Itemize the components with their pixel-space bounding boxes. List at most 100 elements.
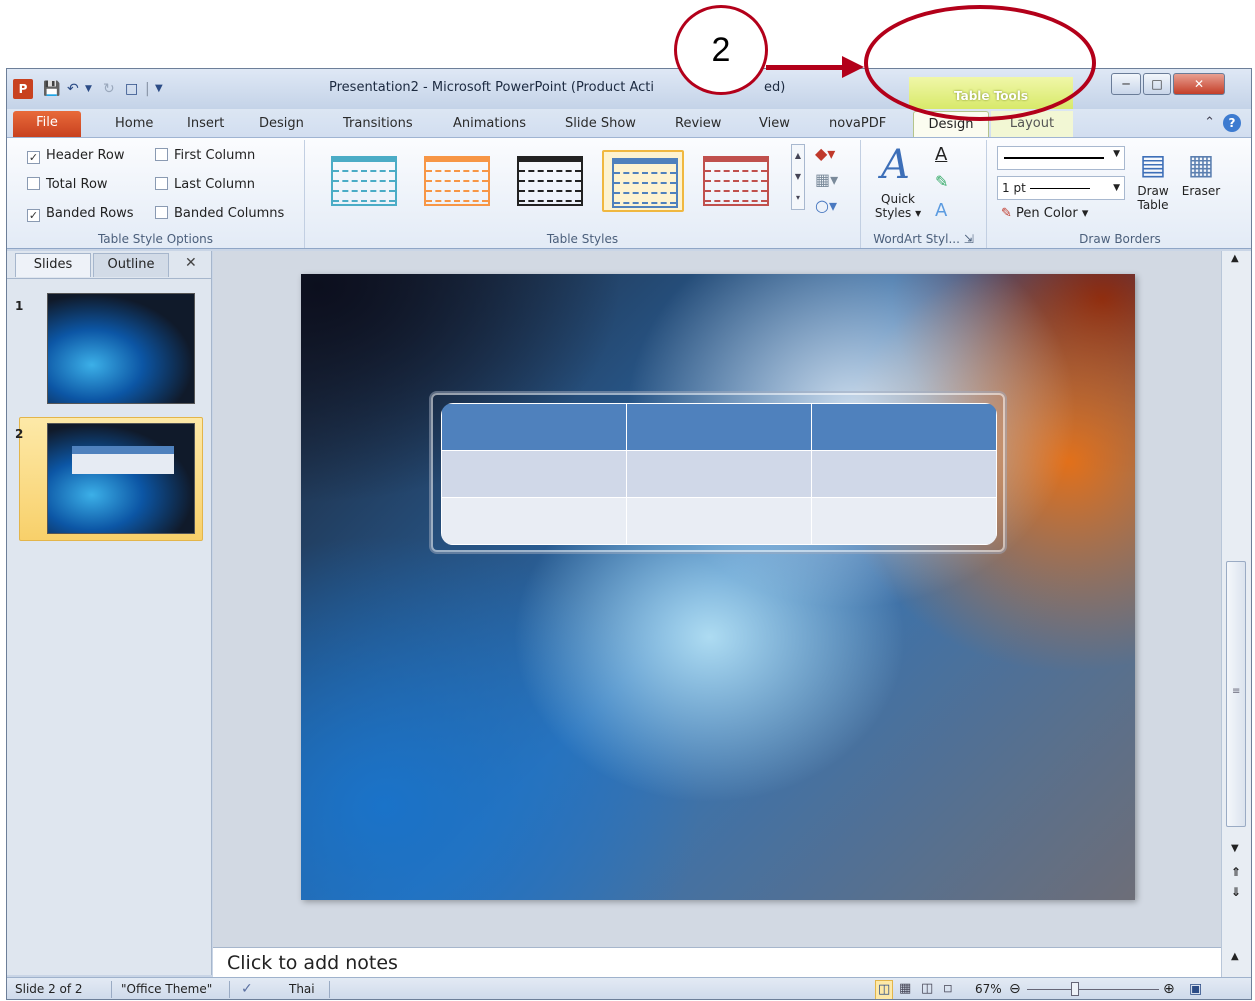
notes-scroll-up-icon[interactable]: ▲	[1231, 951, 1239, 962]
language[interactable]: Thai	[289, 978, 315, 999]
first-column-label: First Column	[174, 148, 256, 163]
last-column-label: Last Column	[174, 177, 255, 192]
banded-columns-checkbox[interactable]	[155, 206, 168, 219]
table-style-thumb[interactable]	[602, 150, 684, 212]
normal-view-icon[interactable]: ◫	[875, 980, 894, 999]
pen-color-button[interactable]: ✎ Pen Color ▾	[1001, 206, 1088, 221]
table-cell[interactable]	[441, 497, 627, 545]
next-slide-icon[interactable]: ⇓	[1231, 885, 1241, 899]
notes-pane[interactable]: Click to add notes	[213, 947, 1221, 977]
slide-show-icon[interactable]: ◽	[943, 978, 953, 999]
zoom-out-icon[interactable]: ⊖	[1009, 978, 1021, 999]
tab-file[interactable]: File	[13, 111, 81, 137]
header-row-label: Header Row	[46, 148, 125, 163]
banded-rows-checkbox[interactable]: ✓	[27, 209, 40, 222]
tab-view[interactable]: View	[759, 113, 790, 137]
header-row-option[interactable]: ✓ Header Row	[27, 148, 125, 164]
proofing-icon[interactable]: ✓	[241, 978, 253, 999]
header-row-checkbox[interactable]: ✓	[27, 151, 40, 164]
table-style-thumb[interactable]	[416, 150, 498, 212]
first-column-option[interactable]: First Column	[155, 148, 255, 164]
quick-styles-button[interactable]: Quick Styles ▾	[873, 192, 923, 220]
slide-sorter-icon[interactable]: ▦	[899, 978, 911, 999]
tab-insert[interactable]: Insert	[187, 113, 224, 137]
scroll-up-icon[interactable]: ▲	[1231, 253, 1239, 264]
scroll-thumb[interactable]: ≡	[1226, 561, 1246, 827]
fit-to-window-icon[interactable]: ▣	[1189, 978, 1202, 999]
slide-thumbnail-1[interactable]	[47, 293, 195, 404]
text-fill-icon[interactable]: A	[935, 144, 947, 165]
slide-counter: Slide 2 of 2	[15, 982, 83, 996]
minimize-button[interactable]: ─	[1111, 73, 1141, 95]
slide-thumbnail-2[interactable]	[47, 423, 195, 534]
zoom-in-icon[interactable]: ⊕	[1163, 978, 1175, 999]
undo-icon[interactable]: ↶	[67, 78, 79, 100]
slide-canvas[interactable]	[301, 274, 1135, 900]
redo-icon[interactable]: ↻	[103, 78, 115, 100]
tab-outline[interactable]: Outline	[93, 253, 169, 277]
window-title-text: Presentation2 - Microsoft PowerPoint (Pr…	[329, 80, 654, 95]
tab-design[interactable]: Design	[259, 113, 304, 137]
zoom-slider[interactable]	[1071, 982, 1079, 996]
table-style-options-group: ✓ Header Row First Column Total Row Last …	[7, 140, 305, 248]
table-cell[interactable]	[626, 403, 812, 451]
total-row-label: Total Row	[46, 177, 108, 192]
tab-novapdf[interactable]: novaPDF	[829, 113, 886, 137]
dialog-launcher-icon[interactable]: ⇲	[964, 232, 974, 246]
tab-transitions[interactable]: Transitions	[343, 113, 413, 137]
tab-slides[interactable]: Slides	[15, 253, 91, 277]
tab-review[interactable]: Review	[675, 113, 721, 137]
text-effects-icon[interactable]: A	[935, 200, 947, 221]
table-cell[interactable]	[811, 450, 997, 498]
last-column-option[interactable]: Last Column	[155, 177, 255, 193]
eraser-button[interactable]: ▦ Eraser	[1179, 146, 1223, 198]
minimize-ribbon-icon[interactable]: ⌃	[1204, 115, 1215, 130]
table-cell[interactable]	[811, 403, 997, 451]
annotation-step-number: 2	[674, 5, 768, 95]
table-cell[interactable]	[626, 497, 812, 545]
gallery-scroll[interactable]: ▲ ▼ ▾	[791, 144, 805, 210]
zoom-level[interactable]: 67%	[975, 978, 1002, 999]
vertical-scrollbar[interactable]: ▲ ≡ ▼ ⇑ ⇓ ▲	[1221, 251, 1251, 977]
close-pane-icon[interactable]: ✕	[185, 255, 197, 271]
tab-home[interactable]: Home	[115, 113, 153, 137]
pen-weight-select[interactable]: 1 pt ▼	[997, 176, 1125, 200]
banded-columns-option[interactable]: Banded Columns	[155, 206, 284, 222]
banded-rows-option[interactable]: ✓ Banded Rows	[27, 206, 134, 222]
table-style-thumb[interactable]	[509, 150, 591, 212]
table-styles-group: ▲ ▼ ▾ ◆▾ ▦▾ ○▾ Table Styles	[305, 140, 861, 248]
new-document-icon[interactable]: □	[125, 78, 138, 100]
total-row-checkbox[interactable]	[27, 177, 40, 190]
maximize-button[interactable]: □	[1143, 73, 1171, 95]
draw-table-button[interactable]: ▤ Draw Table	[1133, 146, 1173, 212]
table-frame[interactable]	[431, 393, 1005, 552]
table-cell[interactable]	[626, 450, 812, 498]
slide-table[interactable]	[441, 403, 997, 545]
quick-styles-icon[interactable]: A	[881, 142, 910, 188]
first-column-checkbox[interactable]	[155, 148, 168, 161]
close-button[interactable]: ✕	[1173, 73, 1225, 95]
previous-slide-icon[interactable]: ⇑	[1231, 865, 1241, 879]
undo-dropdown-icon[interactable]: ▼	[85, 78, 92, 100]
customize-qat-icon[interactable]: ▼	[155, 78, 163, 100]
last-column-checkbox[interactable]	[155, 177, 168, 190]
help-icon[interactable]: ?	[1223, 114, 1241, 132]
table-cell[interactable]	[811, 497, 997, 545]
text-outline-icon[interactable]: ✎	[935, 172, 948, 191]
save-icon[interactable]: 💾	[43, 78, 60, 100]
table-cell[interactable]	[441, 450, 627, 498]
scroll-down-icon[interactable]: ▼	[1231, 843, 1239, 854]
shading-icon[interactable]: ◆▾	[815, 144, 835, 163]
total-row-option[interactable]: Total Row	[27, 177, 108, 193]
tab-slide-show[interactable]: Slide Show	[565, 113, 636, 137]
table-style-thumb[interactable]	[695, 150, 777, 212]
tab-animations[interactable]: Animations	[453, 113, 526, 137]
eraser-icon: ▦	[1187, 148, 1215, 181]
table-cell[interactable]	[441, 403, 627, 451]
table-style-thumb[interactable]	[323, 150, 405, 212]
pen-style-select[interactable]: ▼	[997, 146, 1125, 170]
powerpoint-icon[interactable]: P	[13, 79, 33, 99]
effects-icon[interactable]: ○▾	[815, 196, 837, 215]
reading-view-icon[interactable]: ◫	[921, 978, 933, 999]
borders-icon[interactable]: ▦▾	[815, 170, 838, 189]
